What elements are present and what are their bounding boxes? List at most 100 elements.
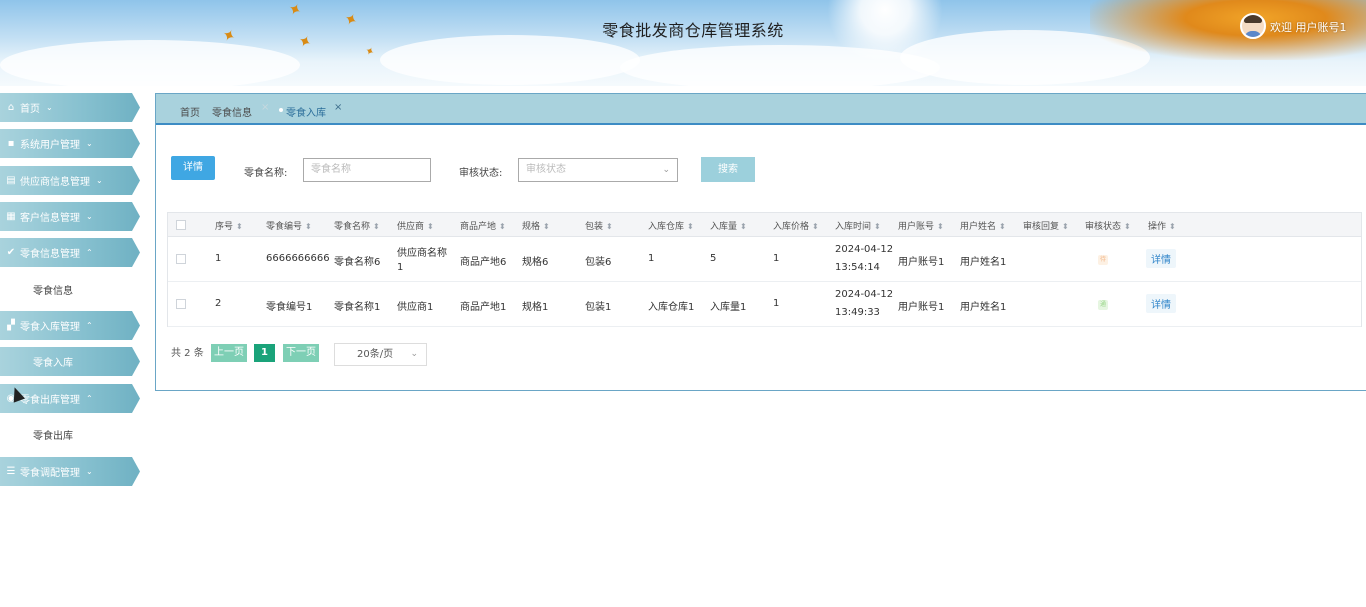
cell-username: 用户姓名1 [960,302,1007,313]
col-header[interactable]: 零食编号 ⬍ [266,219,312,232]
col-header[interactable]: 入库仓库 ⬍ [648,219,694,232]
page-size-value: 20条/页 [357,349,394,360]
row-checkbox[interactable] [176,254,186,264]
app-header: ✦ ✦ ✦ ✦ ✦ 零食批发商仓库管理系统 欢迎 用户账号1 [0,0,1366,86]
sidebar-item-snack-inbound[interactable]: ▞ 零食入库管理 ⌃ [0,311,140,340]
sidebar-item-customers[interactable]: ▦ 客户信息管理 ⌄ [0,202,140,231]
sidebar-item-home[interactable]: ⌂ 首页 ⌄ [0,93,140,122]
row-detail-button[interactable]: 详情 [1146,294,1176,313]
cell-code: 零食编号1 [266,302,313,313]
chevron-up-icon: ⌃ [86,321,93,330]
cell-qty: 入库量1 [710,302,747,313]
folder-icon: ▤ [6,174,16,186]
next-page-button[interactable]: 下一页 [283,344,319,362]
cell-supplier: 供应商名称 [397,248,447,259]
cell-price: 1 [773,298,780,309]
sidebar-item-suppliers[interactable]: ▤ 供应商信息管理 ⌄ [0,166,140,195]
app-title: 零食批发商仓库管理系统 [602,21,784,40]
sidebar-item-snack-info[interactable]: ✔ 零食信息管理 ⌃ [0,238,140,267]
sidebar-item-label: 客户信息管理 [20,213,80,224]
chevron-up-icon: ⌃ [86,394,93,403]
cell-username: 用户姓名1 [960,257,1007,268]
chevron-down-icon: ⌄ [86,139,93,148]
page-number-button[interactable]: 1 [254,344,275,362]
col-header[interactable]: 入库时间 ⬍ [835,219,881,232]
cell-date: 2024-04-12 [835,244,894,255]
cell-qty: 5 [710,253,717,264]
col-header[interactable]: 规格 ⬍ [522,219,550,232]
tab-close-icon[interactable]: × [261,102,269,113]
snack-name-label: 零食名称: [244,168,288,179]
col-header[interactable]: 入库量 ⬍ [710,219,747,232]
cell-time: 13:54:14 [835,262,880,273]
cell-spec: 规格6 [522,257,549,268]
table-row[interactable]: 2 零食编号1 零食名称1 供应商1 商品产地1 规格1 包装1 入库仓库1 入… [168,282,1361,327]
tab-close-icon[interactable]: × [334,102,342,113]
sidebar-subitem-snack-inbound[interactable]: 零食入库 [0,347,140,376]
sidebar-item-label: 零食出库管理 [20,395,80,406]
grid-icon: ▦ [6,210,16,222]
row-detail-button[interactable]: 详情 [1146,249,1176,268]
sidebar-item-label: 零食调配管理 [20,468,80,479]
sidebar-subitem-label: 零食信息 [33,286,73,297]
sidebar-item-label: 首页 [20,104,40,115]
cell-pack: 包装1 [585,302,612,313]
tab-bar: 首页 零食信息 × 零食入库 × [156,94,1366,125]
sidebar-item-label: 零食入库管理 [20,322,80,333]
sidebar-subitem-snack-info[interactable]: 零食信息 [0,275,140,304]
select-all-checkbox[interactable] [176,220,186,230]
audit-status-select[interactable]: 审核状态 ⌄ [518,158,678,182]
cell-account: 用户账号1 [898,302,945,313]
sidebar-item-snack-allocation[interactable]: ☰ 零食调配管理 ⌄ [0,457,140,486]
table-row[interactable]: 1 6666666666 零食名称6 供应商名称 1 商品产地6 规格6 包装6… [168,237,1361,282]
snack-name-input[interactable]: 零食名称 [303,158,431,182]
col-header[interactable]: 用户姓名 ⬍ [960,219,1006,232]
row-checkbox[interactable] [176,299,186,309]
tab-snack-info[interactable]: 零食信息 [212,104,252,119]
sidebar-item-system-users[interactable]: ▪ 系统用户管理 ⌄ [0,129,140,158]
detail-button[interactable]: 详情 [171,156,215,180]
tab-snack-inbound[interactable]: 零食入库 [286,104,326,119]
sidebar-subitem-snack-outbound[interactable]: 零食出库 [0,420,140,449]
col-header[interactable]: 审核状态 ⬍ [1085,219,1131,232]
cell-code: 6666666666 [266,253,330,264]
user-avatar[interactable] [1240,13,1266,39]
col-header[interactable]: 零食名称 ⬍ [334,219,380,232]
tab-home[interactable]: 首页 [180,104,200,119]
leaf-icon: ✦ [362,43,377,60]
cloud-decoration [380,35,640,85]
cell-supplier: 供应商1 [397,302,434,313]
col-header[interactable]: 供应商 ⬍ [397,219,434,232]
cell-spec: 规格1 [522,302,549,313]
search-button[interactable]: 搜索 [701,157,755,182]
home-icon: ⌂ [7,101,15,113]
cell-origin: 商品产地1 [460,302,507,313]
col-header[interactable]: 包装 ⬍ [585,219,613,232]
col-header[interactable]: 商品产地 ⬍ [460,219,506,232]
col-header[interactable]: 审核回复 ⬍ [1023,219,1069,232]
page-size-select[interactable]: 20条/页 ⌄ [334,343,427,366]
prev-page-button[interactable]: 上一页 [211,344,247,362]
col-header[interactable]: 用户账号 ⬍ [898,219,944,232]
status-badge: 待 [1098,255,1108,265]
chevron-down-icon: ⌄ [662,165,670,175]
sidebar-subitem-label: 零食入库 [33,358,73,369]
cell-pack: 包装6 [585,257,612,268]
welcome-text[interactable]: 欢迎 用户账号1 [1270,19,1347,35]
col-header[interactable]: 操作 ⬍ [1148,219,1176,232]
chevron-down-icon: ⌄ [46,103,53,112]
audit-status-label: 审核状态: [459,168,503,179]
status-badge: 通 [1098,300,1108,310]
apps-icon: ▞ [7,319,15,331]
col-header[interactable]: 序号 ⬍ [215,219,243,232]
cell-name: 零食名称1 [334,302,381,313]
cell-supplier-wrap: 1 [397,262,404,273]
user-icon: ▪ [7,137,15,149]
cell-account: 用户账号1 [898,257,945,268]
cell-index: 1 [215,253,222,264]
list-icon: ☰ [6,465,16,477]
sidebar-item-label: 零食信息管理 [20,249,80,260]
col-header[interactable]: 入库价格 ⬍ [773,219,819,232]
cloud-decoration [0,40,300,86]
cell-name: 零食名称6 [334,257,381,268]
